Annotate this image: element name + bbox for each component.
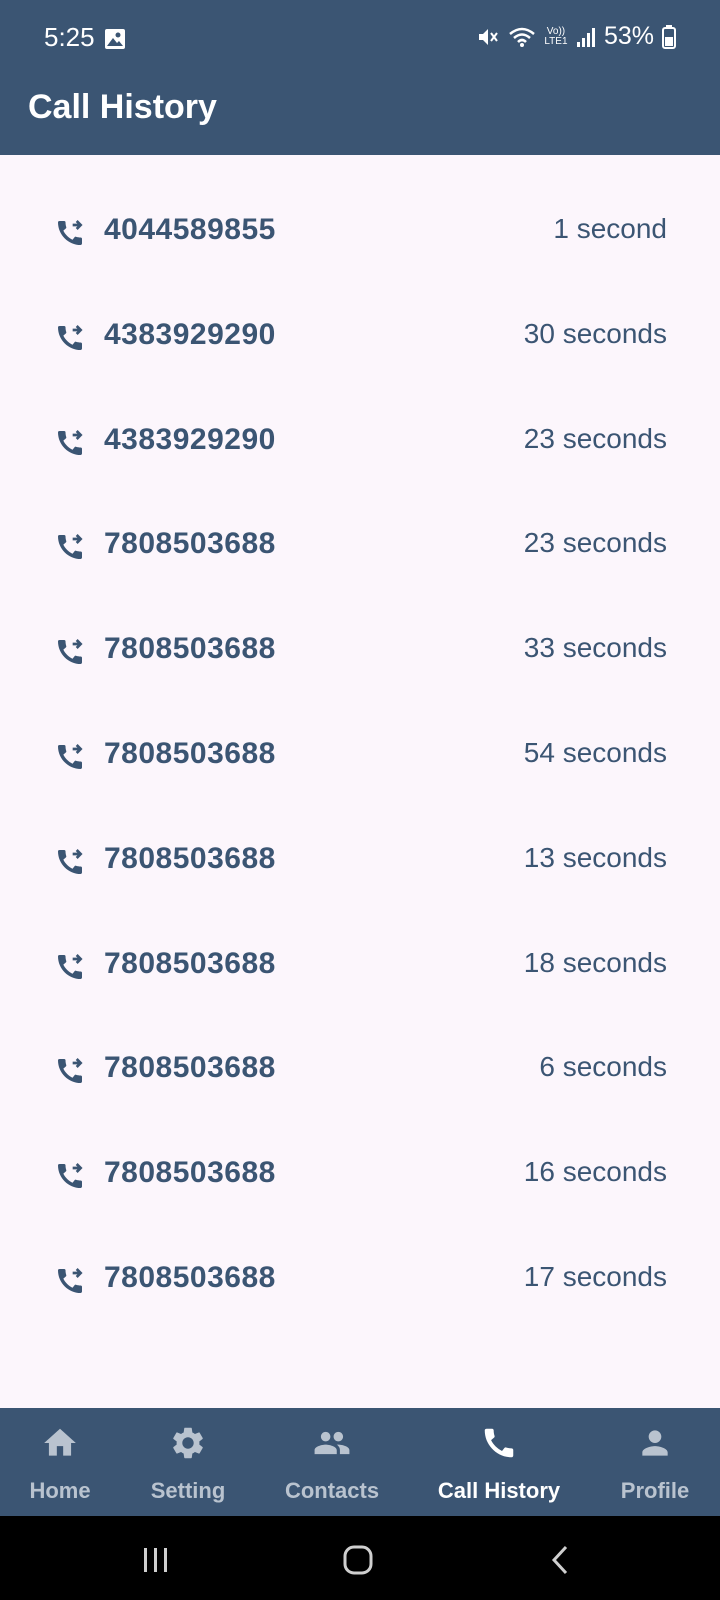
gear-icon — [173, 1427, 203, 1459]
call-row[interactable]: 7808503688 16 seconds — [0, 1128, 720, 1232]
gallery-notification-icon — [104, 28, 126, 55]
call-duration: 23 seconds — [523, 422, 667, 454]
system-navigation-bar — [0, 1516, 720, 1600]
nav-label-profile: Profile — [620, 1478, 690, 1503]
call-number: 7808503688 — [104, 1261, 276, 1294]
outgoing-call-icon — [58, 534, 83, 560]
outgoing-call-icon — [58, 1058, 83, 1084]
call-number: 7808503688 — [104, 737, 276, 770]
call-row[interactable]: 7808503688 54 seconds — [0, 709, 720, 813]
nav-home[interactable]: Home — [0, 1408, 120, 1516]
call-duration: 13 seconds — [523, 841, 667, 873]
call-row[interactable]: 7808503688 13 seconds — [0, 814, 720, 918]
nav-setting[interactable]: Setting — [126, 1408, 250, 1516]
person-icon — [642, 1430, 668, 1456]
group-icon — [314, 1431, 350, 1455]
outgoing-call-icon — [58, 744, 83, 769]
call-row[interactable]: 7808503688 17 seconds — [0, 1233, 720, 1337]
mute-icon — [476, 25, 500, 49]
call-duration: 33 seconds — [523, 632, 667, 664]
call-number: 4383929290 — [104, 422, 276, 456]
signal-icon — [576, 26, 596, 48]
call-number: 4044589855 — [104, 213, 276, 246]
app-bar: Call History — [0, 78, 720, 155]
call-duration: 1 second — [553, 213, 667, 244]
call-number: 7808503688 — [104, 632, 276, 666]
call-number: 7808503688 — [104, 841, 276, 875]
recents-button[interactable] — [140, 1546, 172, 1574]
nav-label-home: Home — [29, 1478, 91, 1503]
bottom-navigation: Home Setting Contacts Call History Profi… — [0, 1408, 720, 1516]
wifi-icon — [508, 26, 536, 48]
outgoing-call-icon — [58, 1163, 83, 1189]
call-row[interactable]: 4044589855 1 second — [0, 185, 720, 289]
home-icon — [44, 1428, 76, 1456]
lte-label: Vo)) LTE1 — [544, 25, 568, 47]
call-row[interactable]: 7808503688 33 seconds — [0, 604, 720, 708]
outgoing-call-icon — [58, 848, 83, 874]
call-number: 7808503688 — [104, 946, 276, 980]
outgoing-call-icon — [58, 639, 83, 665]
nav-label-call-history: Call History — [437, 1478, 561, 1503]
outgoing-call-icon — [58, 429, 83, 455]
call-number: 7808503688 — [104, 1051, 276, 1085]
page-title: Call History — [28, 88, 217, 126]
call-row[interactable]: 7808503688 23 seconds — [0, 499, 720, 603]
nav-call-history[interactable]: Call History — [420, 1408, 578, 1516]
call-number: 7808503688 — [104, 1156, 276, 1190]
home-button[interactable] — [342, 1544, 374, 1576]
outgoing-call-icon — [58, 1268, 83, 1293]
call-duration: 6 seconds — [539, 1051, 667, 1083]
call-duration: 30 seconds — [523, 317, 667, 349]
call-number: 7808503688 — [104, 527, 276, 561]
call-duration: 17 seconds — [523, 1261, 667, 1292]
nav-contacts[interactable]: Contacts — [270, 1408, 394, 1516]
call-row[interactable]: 4383929290 23 seconds — [0, 395, 720, 499]
nav-label-setting: Setting — [150, 1478, 226, 1503]
call-duration: 18 seconds — [523, 946, 667, 978]
outgoing-call-icon — [58, 324, 83, 350]
back-button[interactable] — [548, 1544, 572, 1576]
outgoing-call-icon — [58, 220, 83, 245]
nav-label-contacts: Contacts — [284, 1478, 380, 1503]
call-duration: 54 seconds — [523, 737, 667, 768]
call-row[interactable]: 7808503688 6 seconds — [0, 1023, 720, 1127]
status-bar: 5:25 Vo)) LTE1 53% — [0, 0, 720, 78]
battery-percent: 53% — [603, 22, 654, 50]
call-duration: 23 seconds — [523, 527, 667, 559]
call-row[interactable]: 7808503688 18 seconds — [0, 919, 720, 1023]
call-number: 4383929290 — [104, 317, 276, 351]
battery-icon — [662, 24, 676, 49]
call-row[interactable]: 4383929290 30 seconds — [0, 290, 720, 394]
outgoing-call-icon — [58, 953, 83, 979]
call-duration: 16 seconds — [523, 1156, 667, 1188]
nav-profile[interactable]: Profile — [600, 1408, 710, 1516]
phone-icon — [484, 1428, 514, 1458]
status-time: 5:25 — [44, 22, 95, 52]
status-icons: Vo)) LTE1 53% — [476, 22, 676, 51]
